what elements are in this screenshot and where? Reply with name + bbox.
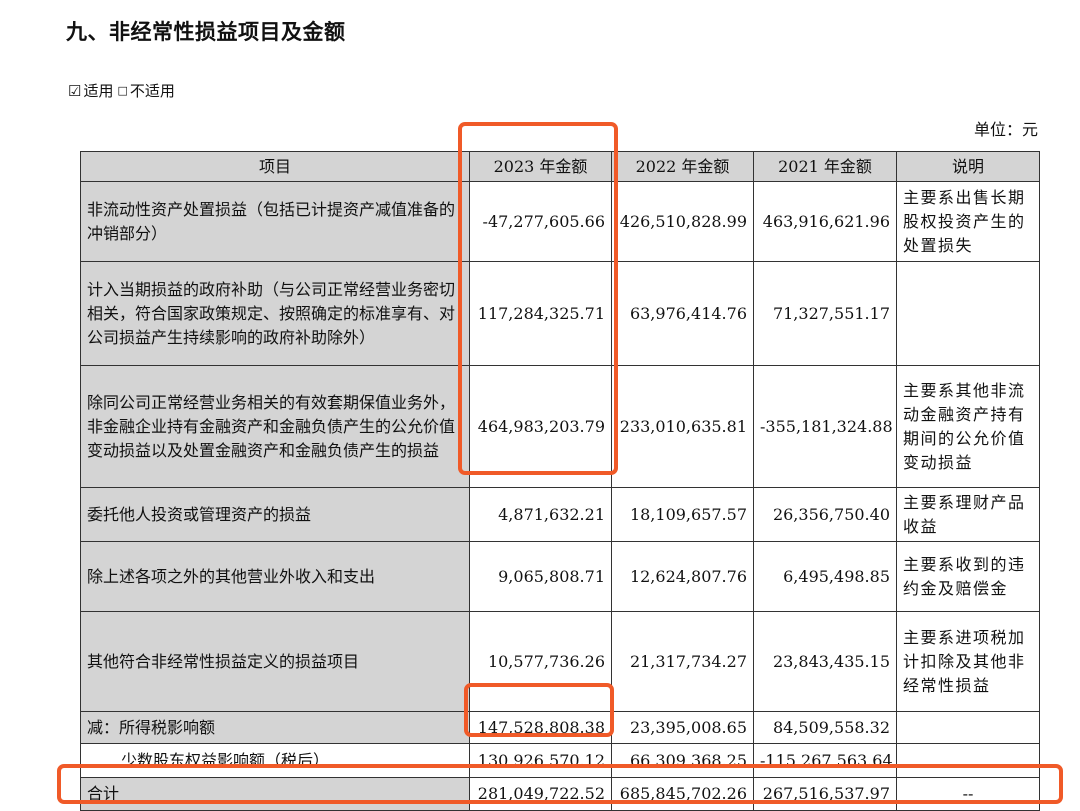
row-2021: -355,181,324.88	[753, 365, 897, 488]
row-item: 其他符合非经常性损益定义的损益项目	[80, 611, 470, 712]
row-2021: 6,495,498.85	[753, 541, 897, 612]
table-row: 计入当期损益的政府补助（与公司正常经营业务密切相关，符合国家政策规定、按照确定的…	[80, 261, 1040, 366]
row-2021: 463,916,621.96	[753, 181, 897, 262]
row-note: --	[896, 777, 1040, 811]
table-row: 除上述各项之外的其他营业外收入和支出 9,065,808.71 12,624,8…	[80, 541, 1040, 612]
row-item: 减：所得税影响额	[80, 711, 470, 744]
table-row: 委托他人投资或管理资产的损益 4,871,632.21 18,109,657.5…	[80, 487, 1040, 542]
table-row: 其他符合非经常性损益定义的损益项目 10,577,736.26 21,317,7…	[80, 611, 1040, 712]
row-item: 委托他人投资或管理资产的损益	[80, 487, 470, 542]
row-note: 主要系其他非流动金融资产持有期间的公允价值变动损益	[896, 365, 1040, 488]
table-row: 减：所得税影响额 147,528,808.38 23,395,008.65 84…	[80, 711, 1040, 744]
row-2021: -115,267,563.64	[753, 743, 897, 778]
row-item: 除上述各项之外的其他营业外收入和支出	[80, 541, 470, 612]
row-2022: 233,010,635.81	[611, 365, 754, 488]
row-2023: 9,065,808.71	[469, 541, 612, 612]
row-note	[896, 261, 1040, 366]
header-2023: 2023 年金额	[469, 151, 612, 182]
row-2022: 426,510,828.99	[611, 181, 754, 262]
non-recurring-items-table: 项目 2023 年金额 2022 年金额 2021 年金额 说明 非流动性资产处…	[80, 151, 1040, 811]
applicable-label: 适用	[83, 82, 114, 100]
header-note: 说明	[896, 151, 1040, 182]
applicability-options: ☑ 适用 □ 不适用	[68, 80, 175, 101]
table-row-total: 合计 281,049,722.52 685,845,702.26 267,516…	[80, 777, 1040, 811]
header-2021: 2021 年金额	[753, 151, 897, 182]
row-2023: 281,049,722.52	[469, 777, 612, 811]
row-note: 主要系收到的违约金及赔偿金	[896, 541, 1040, 612]
row-item: 合计	[80, 777, 470, 811]
table-header-row: 项目 2023 年金额 2022 年金额 2021 年金额 说明	[80, 151, 1040, 182]
header-2022: 2022 年金额	[611, 151, 754, 182]
row-note	[896, 743, 1040, 778]
row-2022: 66,309,368.25	[611, 743, 754, 778]
row-2023: 147,528,808.38	[469, 711, 612, 744]
section-title: 九、非经常性损益项目及金额	[66, 20, 346, 44]
row-note	[896, 711, 1040, 744]
row-2022: 63,976,414.76	[611, 261, 754, 366]
row-2023: -47,277,605.66	[469, 181, 612, 262]
table-row: 非流动性资产处置损益（包括已计提资产减值准备的冲销部分） -47,277,605…	[80, 181, 1040, 262]
row-2021: 23,843,435.15	[753, 611, 897, 712]
unchecked-box-icon[interactable]: □	[117, 84, 127, 97]
row-2022: 18,109,657.57	[611, 487, 754, 542]
row-note: 主要系理财产品收益	[896, 487, 1040, 542]
row-2023: 130,926,570.12	[469, 743, 612, 778]
checked-box-icon[interactable]: ☑	[68, 82, 81, 100]
row-2021: 84,509,558.32	[753, 711, 897, 744]
row-2021: 267,516,537.97	[753, 777, 897, 811]
row-2023: 464,983,203.79	[469, 365, 612, 488]
row-2022: 12,624,807.76	[611, 541, 754, 612]
row-2023: 117,284,325.71	[469, 261, 612, 366]
row-item: 少数股东权益影响额（税后）	[80, 743, 470, 778]
header-item: 项目	[80, 151, 470, 182]
table-row: 少数股东权益影响额（税后） 130,926,570.12 66,309,368.…	[80, 743, 1040, 778]
table-row: 除同公司正常经营业务相关的有效套期保值业务外，非金融企业持有金融资产和金融负债产…	[80, 365, 1040, 488]
row-item: 非流动性资产处置损益（包括已计提资产减值准备的冲销部分）	[80, 181, 470, 262]
row-item: 除同公司正常经营业务相关的有效套期保值业务外，非金融企业持有金融资产和金融负债产…	[80, 365, 470, 488]
row-2023: 10,577,736.26	[469, 611, 612, 712]
row-note: 主要系进项税加计扣除及其他非经常性损益	[896, 611, 1040, 712]
row-item: 计入当期损益的政府补助（与公司正常经营业务密切相关，符合国家政策规定、按照确定的…	[80, 261, 470, 366]
row-2021: 71,327,551.17	[753, 261, 897, 366]
unit-label: 单位：元	[973, 120, 1038, 139]
row-2022: 23,395,008.65	[611, 711, 754, 744]
row-2023: 4,871,632.21	[469, 487, 612, 542]
row-2021: 26,356,750.40	[753, 487, 897, 542]
not-applicable-label: 不适用	[129, 82, 175, 100]
row-2022: 21,317,734.27	[611, 611, 754, 712]
row-note: 主要系出售长期股权投资产生的处置损失	[896, 181, 1040, 262]
row-2022: 685,845,702.26	[611, 777, 754, 811]
